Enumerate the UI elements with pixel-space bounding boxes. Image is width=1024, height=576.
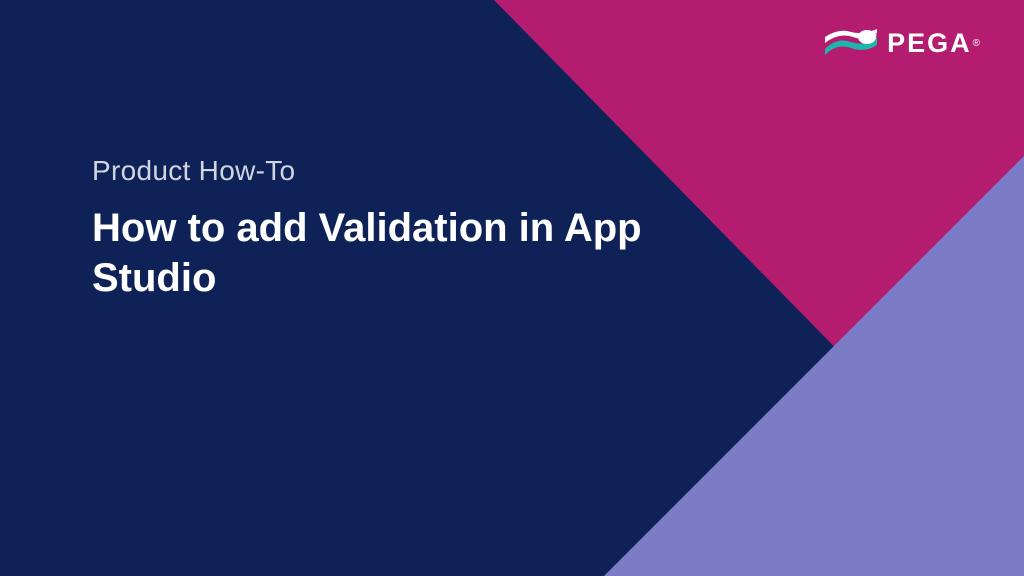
slide-title: How to add Validation in App Studio	[92, 203, 712, 303]
brand-name: PEGA	[887, 28, 972, 58]
brand-name-text: PEGA®	[887, 28, 980, 59]
slide-content: Product How-To How to add Validation in …	[92, 155, 712, 303]
trademark-symbol: ®	[973, 38, 980, 49]
brand-logo: PEGA®	[825, 28, 980, 59]
slide-subtitle: Product How-To	[92, 155, 712, 187]
pega-logo-icon	[825, 29, 877, 59]
